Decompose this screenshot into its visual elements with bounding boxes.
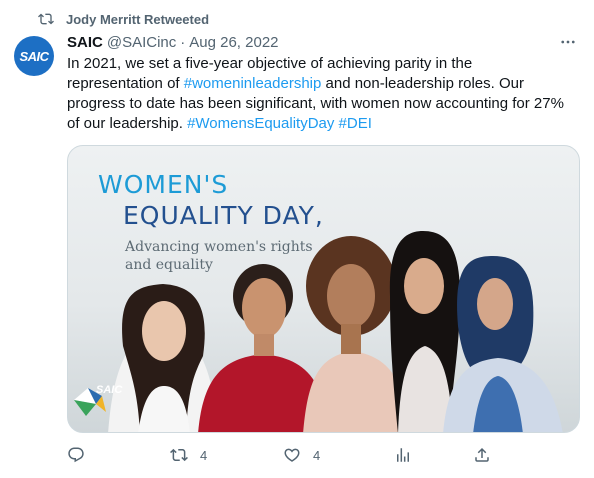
media-headline-womens: WOMEN'S bbox=[98, 170, 229, 199]
analytics-button[interactable] bbox=[394, 443, 412, 467]
retweet-icon bbox=[38, 11, 54, 27]
analytics-icon bbox=[397, 448, 409, 462]
hashtag-dei[interactable]: #DEI bbox=[339, 115, 372, 132]
tweet[interactable]: Jody Merritt Retweeted SAIC SAIC @SAICin… bbox=[0, 0, 594, 478]
tweet-text: In 2021, we set a five-year objective of… bbox=[67, 54, 587, 134]
tweet-header: SAIC @SAICinc · Aug 26, 2022 bbox=[67, 32, 567, 52]
media-headline-equality-day: EQUALITY DAY, bbox=[123, 201, 324, 230]
tweet-media-image[interactable]: WOMEN'S EQUALITY DAY, Advancing women's … bbox=[67, 145, 580, 433]
tweet-text-line-4: of our leadership. #WomensEqualityDay #D… bbox=[67, 114, 587, 134]
avatar[interactable]: SAIC bbox=[14, 36, 54, 76]
retweet-button[interactable]: 4 bbox=[170, 443, 207, 467]
reply-button[interactable] bbox=[67, 443, 97, 467]
media-logo-text: SAIC bbox=[96, 384, 123, 396]
retweet-banner[interactable]: Jody Merritt Retweeted bbox=[38, 10, 209, 28]
media-subtitle-line-2: and equality bbox=[125, 257, 213, 273]
tweet-date[interactable]: Aug 26, 2022 bbox=[189, 34, 278, 51]
share-button[interactable] bbox=[473, 443, 491, 467]
retweet-count: 4 bbox=[200, 447, 208, 463]
reply-icon bbox=[68, 447, 84, 463]
media-subtitle: Advancing women's rights and equality bbox=[125, 238, 313, 274]
display-name[interactable]: SAIC bbox=[67, 34, 103, 51]
retweet-action-icon bbox=[170, 448, 188, 462]
share-icon bbox=[475, 447, 489, 462]
more-icon bbox=[561, 40, 575, 44]
hashtag-womeninleadership[interactable]: #womeninleadership bbox=[184, 75, 322, 92]
like-button[interactable]: 4 bbox=[283, 443, 320, 467]
more-options-button[interactable] bbox=[556, 32, 580, 52]
heart-icon bbox=[284, 448, 300, 462]
hashtag-womensequalityday[interactable]: #WomensEqualityDay bbox=[187, 115, 334, 132]
tweet-text-line-2: representation of #womeninleadership and… bbox=[67, 74, 587, 94]
tweet-text-segment: of our leadership. bbox=[67, 115, 188, 132]
tweet-text-line-1: In 2021, we set a five-year objective of… bbox=[67, 55, 473, 72]
tweet-text-segment: and non-leadership roles. Our bbox=[321, 75, 524, 92]
like-count: 4 bbox=[313, 447, 321, 463]
media-subtitle-line-1: Advancing women's rights bbox=[125, 239, 313, 255]
header-separator: · bbox=[180, 33, 186, 51]
tweet-text-segment: representation of bbox=[67, 75, 184, 92]
tweet-actions: 4 4 bbox=[67, 443, 497, 467]
retweet-label[interactable]: Jody Merritt Retweeted bbox=[66, 12, 209, 27]
avatar-logo-text: SAIC bbox=[19, 48, 49, 64]
user-handle[interactable]: @SAICinc bbox=[107, 34, 176, 51]
tweet-text-line-3: progress to date has been significant, w… bbox=[67, 95, 564, 112]
